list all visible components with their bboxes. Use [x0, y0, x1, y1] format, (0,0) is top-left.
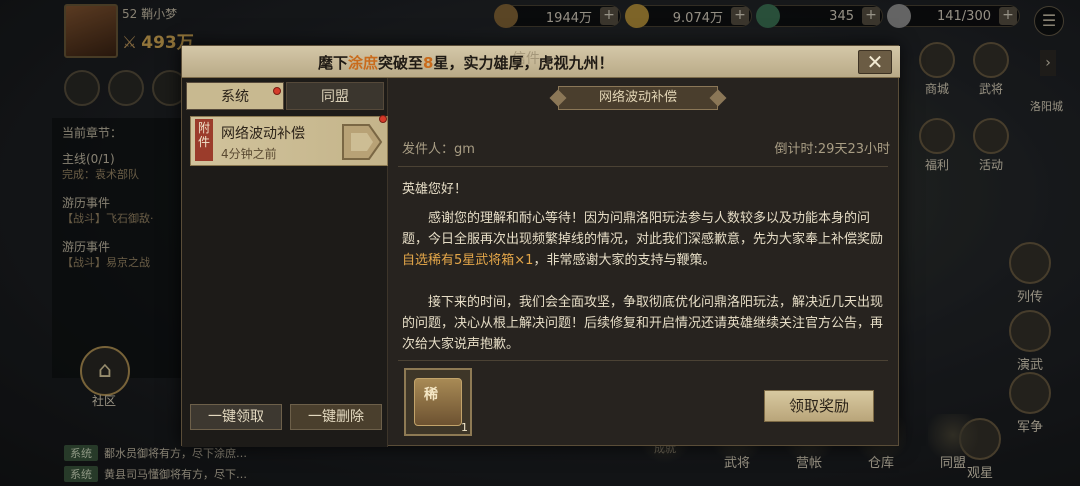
close-button[interactable]: ✕: [858, 50, 892, 74]
mail-paragraph-1-b: ，非常感谢大家的支持与鞭策。: [533, 253, 716, 268]
mail-subject: 网络波动补偿: [558, 86, 718, 110]
mail-list-item[interactable]: 附件 网络波动补偿 4分钟之前: [190, 115, 388, 166]
mail-sender: 发件人：gm: [402, 142, 475, 157]
broadcast-marquee: 麾下涂庶突破至8星，实力雄厚，虎视九州！: [318, 52, 614, 73]
marquee-name: 涂庶: [348, 54, 379, 72]
tab-alliance[interactable]: 同盟: [286, 82, 384, 110]
marquee-star: 8: [423, 54, 434, 72]
selected-arrow-icon: [342, 124, 383, 160]
unread-dot-icon: [379, 115, 387, 123]
reward-item[interactable]: 稀 1: [404, 368, 472, 436]
claim-reward-button[interactable]: 领取奖励: [764, 390, 874, 422]
reward-quantity: 1: [461, 421, 468, 434]
divider: [398, 166, 888, 167]
attachment-badge: 附件: [195, 119, 213, 161]
tab-system[interactable]: 系统: [186, 82, 284, 110]
reward-highlight: 自选稀有5星武将箱×1: [402, 253, 534, 268]
close-icon: ✕: [866, 50, 884, 74]
marquee-mid: 突破至: [378, 54, 424, 72]
mail-modal: 信件 麾下涂庶突破至8星，实力雄厚，虎视九州！ ✕ 系统 同盟 附件 网络波动补…: [181, 45, 900, 447]
tab-alliance-label: 同盟: [321, 89, 349, 105]
mail-item-title: 网络波动补偿: [221, 126, 305, 142]
notification-dot-icon: [273, 87, 281, 95]
marquee-suffix: 星，实力雄厚，虎视九州！: [433, 54, 614, 72]
reward-item-label: 稀: [424, 387, 438, 403]
mail-countdown: 倒计时:29天23小时: [774, 142, 890, 157]
delete-all-button[interactable]: 一键删除: [290, 404, 382, 430]
claim-all-button[interactable]: 一键领取: [190, 404, 282, 430]
mail-list-pane: 系统 同盟 附件 网络波动补偿 4分钟之前 一键领取 一键删除: [182, 78, 388, 447]
modal-header: 信件 麾下涂庶突破至8星，实力雄厚，虎视九州！ ✕: [182, 46, 900, 78]
mail-paragraph-1: 感谢您的理解和耐心等待！因为问鼎洛阳玩法参与人数较多以及功能本身的问题，今日全服…: [402, 208, 888, 271]
treasure-chest-icon: [414, 378, 462, 426]
mail-item-time: 4分钟之前: [221, 147, 277, 161]
marquee-prefix: 麾下: [318, 54, 349, 72]
tab-system-label: 系统: [221, 89, 249, 105]
mail-paragraph-2: 接下来的时间，我们会全面攻坚，争取彻底优化问鼎洛阳玩法，解决近几天出现的问题，决…: [402, 295, 884, 352]
mail-content-pane: 网络波动补偿 发件人：gm 倒计时:29天23小时 英雄您好！ 感谢您的理解和耐…: [388, 78, 900, 447]
mail-greeting: 英雄您好！: [402, 182, 468, 197]
divider: [398, 360, 888, 361]
mail-paragraph-1-a: 感谢您的理解和耐心等待！因为问鼎洛阳玩法参与人数较多以及功能本身的问题，今日全服…: [402, 211, 884, 247]
